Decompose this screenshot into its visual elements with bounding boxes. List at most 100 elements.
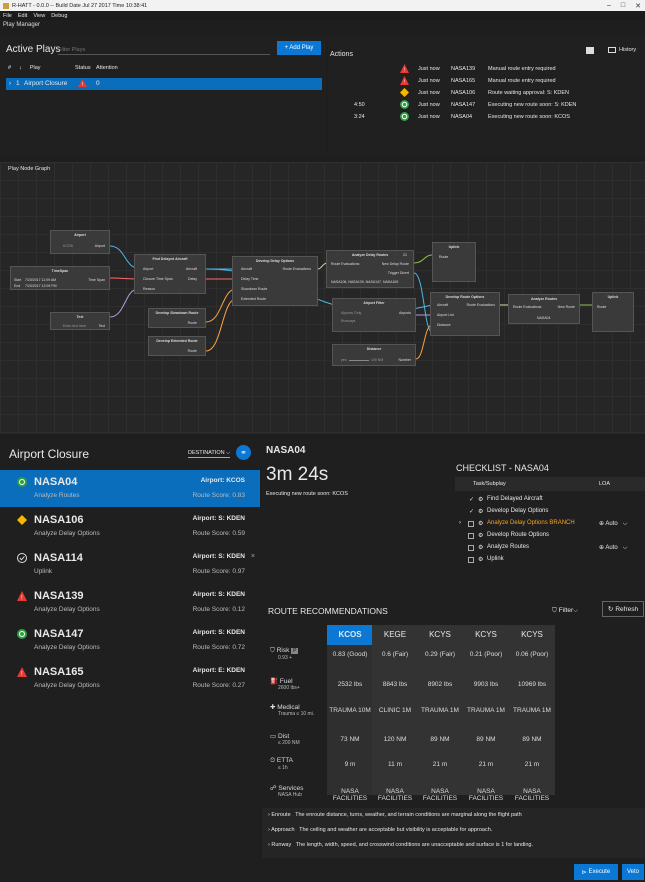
flight-name: NASA114 — [34, 552, 83, 564]
node-distance[interactable]: Distance yes 100 NM Number — [332, 344, 416, 366]
filter-plays-input[interactable] — [58, 45, 270, 55]
close-icon[interactable]: × — [251, 553, 255, 560]
history-icon — [608, 47, 616, 53]
checklist-item[interactable]: ⚙ Uplink — [455, 555, 645, 566]
node-analyze-delay-routes[interactable]: Analyze Delay Routes 21 Route Evaluation… — [326, 250, 414, 288]
minimize-button[interactable]: – — [607, 2, 611, 9]
destination-dropdown[interactable]: DESTINATION ⌵ — [188, 450, 231, 458]
flight-airport: Airport: S: KDEN — [192, 553, 245, 560]
checkbox[interactable] — [468, 521, 474, 527]
action-row[interactable]: ! Just now NASA139 Manual route entry re… — [328, 64, 645, 75]
node-timespan[interactable]: TimeSpan Start 7/20/2017 11:09 AM End 7/… — [10, 266, 110, 290]
checklist-item[interactable]: ✓ ⚙ Find Delayed Aircraft — [455, 495, 645, 506]
checkbox[interactable] — [468, 533, 474, 539]
route-note[interactable]: › Runway The length, width, speed, and c… — [268, 842, 533, 848]
text-input[interactable]: Enter text here — [63, 324, 86, 328]
checkbox[interactable] — [468, 557, 474, 563]
metric-criteria: 2600 lbs+ — [278, 685, 300, 691]
flight-list-item[interactable]: NASA114 Uplink Airport: S: KDEN Route Sc… — [0, 546, 260, 583]
node-develop-slowdown-route[interactable]: Develop Slowdown Route Route — [148, 308, 206, 328]
task-label: Develop Route Options — [487, 532, 550, 538]
history-button[interactable]: History — [608, 47, 636, 53]
flight-list-item[interactable]: ! NASA139 Analyze Delay Options Airport:… — [0, 584, 260, 621]
filter-option[interactable]: Airports Only — [341, 311, 361, 315]
metric-value: 89 NM — [522, 736, 542, 743]
dropdown-value: DESTINATION — [188, 450, 225, 456]
checklist-item[interactable]: › ⚙ Analyze Delay Options BRANCH ⊕ Auto … — [455, 519, 645, 530]
task-label: Uplink — [487, 556, 504, 562]
end-value[interactable]: 7/20/2017 12:09 PM — [25, 284, 57, 288]
flight-airport: Airport: S: KDEN — [192, 629, 245, 636]
airport-header[interactable]: KEGE — [372, 625, 418, 645]
airport-header[interactable]: KCYS — [417, 625, 463, 645]
node-develop-delay-options[interactable]: Develop Delay Options Aircraft Delay Tim… — [232, 256, 318, 306]
action-row[interactable]: ! Just now NASA165 Manual route entry re… — [328, 76, 645, 87]
flight-name: NASA04 — [34, 476, 78, 488]
node-develop-extended-route[interactable]: Develop Extended Route Route — [148, 336, 206, 356]
filter-button[interactable]: ⛉ Filter⌵ — [552, 607, 578, 615]
route-score: Route Score: 0.97 — [192, 568, 245, 575]
node-analyze-routes[interactable]: Analyze Routes Route Evaluations New Rou… — [508, 294, 580, 324]
flight-list-item[interactable]: NASA04 Analyze Routes Airport: KCOS Rout… — [0, 470, 260, 507]
node-find-delayed-aircraft[interactable]: Find Delayed Aircraft Airport Closure Ti… — [134, 254, 206, 294]
maximize-button[interactable]: □ — [621, 2, 625, 9]
close-button[interactable]: ✕ — [635, 2, 641, 10]
play-row[interactable]: › 1 Airport Closure ! 0 — [6, 78, 322, 90]
add-play-button[interactable]: + Add Play — [277, 41, 321, 55]
node-airport[interactable]: Airport KCOS Airport — [50, 230, 110, 254]
node-develop-route-options[interactable]: Develop Route Options Aircraft Airport L… — [430, 292, 500, 336]
header-status[interactable]: Status — [75, 65, 91, 71]
checklist-item[interactable]: ✓ ⚙ Develop Delay Options — [455, 507, 645, 518]
action-row[interactable]: 3:24 Just now NASA04 Executing new route… — [328, 112, 645, 123]
action-flight: NASA106 — [451, 90, 476, 96]
gear-icon: ⚙ — [478, 521, 484, 527]
checklist-item[interactable]: ⚙ Analyze Routes ⊕ Auto ⌵ — [455, 543, 645, 554]
veto-button[interactable]: Veto — [622, 864, 644, 880]
flight-list-item[interactable]: NASA147 Analyze Delay Options Airport: S… — [0, 622, 260, 659]
menu-view[interactable]: View — [33, 13, 45, 19]
airport-header[interactable]: KCYS — [509, 625, 555, 645]
header-attention[interactable]: Attention — [96, 65, 118, 71]
execute-button[interactable]: ⊳ Execute — [574, 864, 618, 880]
header-play[interactable]: Play — [30, 65, 41, 71]
filter-option[interactable]: Runways — [341, 319, 355, 323]
checkbox[interactable] — [468, 545, 474, 551]
airport-header[interactable]: KCYS — [463, 625, 509, 645]
menu-file[interactable]: File — [3, 13, 12, 19]
metric-value: TRAUMA 1M — [467, 707, 505, 714]
action-desc: Executing new route soon: KCOS — [488, 114, 570, 120]
action-row[interactable]: Just now NASA106 Route waiting approval:… — [328, 88, 645, 99]
node-uplink-2[interactable]: Uplink Route — [592, 292, 634, 332]
flight-list-item[interactable]: NASA106 Analyze Delay Options Airport: S… — [0, 508, 260, 545]
flight-list-item[interactable]: ! NASA165 Analyze Delay Options Airport:… — [0, 660, 260, 697]
expand-chevron-icon[interactable]: › — [9, 80, 11, 87]
refresh-button[interactable]: ↻ Refresh — [602, 601, 644, 617]
list-view-icon[interactable] — [586, 47, 594, 54]
action-when: Just now — [418, 90, 440, 96]
loa-dropdown[interactable]: ⊕ Auto ⌵ — [599, 544, 627, 552]
node-airport-filter[interactable]: Airport Filter Airports Only Runways Air… — [332, 298, 416, 332]
execute-label: Execute — [588, 869, 611, 875]
start-value[interactable]: 7/20/2017 11:09 AM — [25, 278, 56, 282]
check-icon: ✓ — [469, 497, 475, 503]
airport-header[interactable]: KCOS — [327, 625, 373, 645]
action-row[interactable]: 4:50 Just now NASA147 Executing new rout… — [328, 100, 645, 111]
node-title: Develop Route Options — [445, 295, 485, 299]
node-uplink[interactable]: Uplink Route — [432, 242, 476, 282]
play-node-graph[interactable]: Play Node Graph Airport KCOS Airport Tim… — [0, 162, 645, 434]
node-text[interactable]: Text Enter text here Text — [50, 312, 110, 330]
chevron-right-icon[interactable]: › — [459, 520, 461, 526]
loa-value: Auto — [605, 521, 618, 527]
header-loa: LOA — [599, 481, 611, 487]
airport-value[interactable]: KCOS — [63, 244, 73, 248]
checklist-item[interactable]: ⚙ Develop Route Options — [455, 531, 645, 542]
route-note[interactable]: › Enroute The enroute distance, turns, w… — [268, 812, 522, 818]
menu-edit[interactable]: Edit — [18, 13, 27, 19]
link-icon[interactable]: ⚭ — [236, 445, 251, 460]
menu-debug[interactable]: Debug — [51, 13, 67, 19]
loa-dropdown[interactable]: ⊕ Auto ⌵ — [599, 520, 627, 528]
sort-icon[interactable]: ↓ — [19, 65, 22, 71]
distance-slider[interactable] — [349, 360, 369, 361]
route-note[interactable]: › Approach The ceiling and weather are a… — [268, 827, 492, 833]
title-bar: R-HATT - 0.0.0 -- Build Date Jul 27 2017… — [0, 0, 645, 11]
